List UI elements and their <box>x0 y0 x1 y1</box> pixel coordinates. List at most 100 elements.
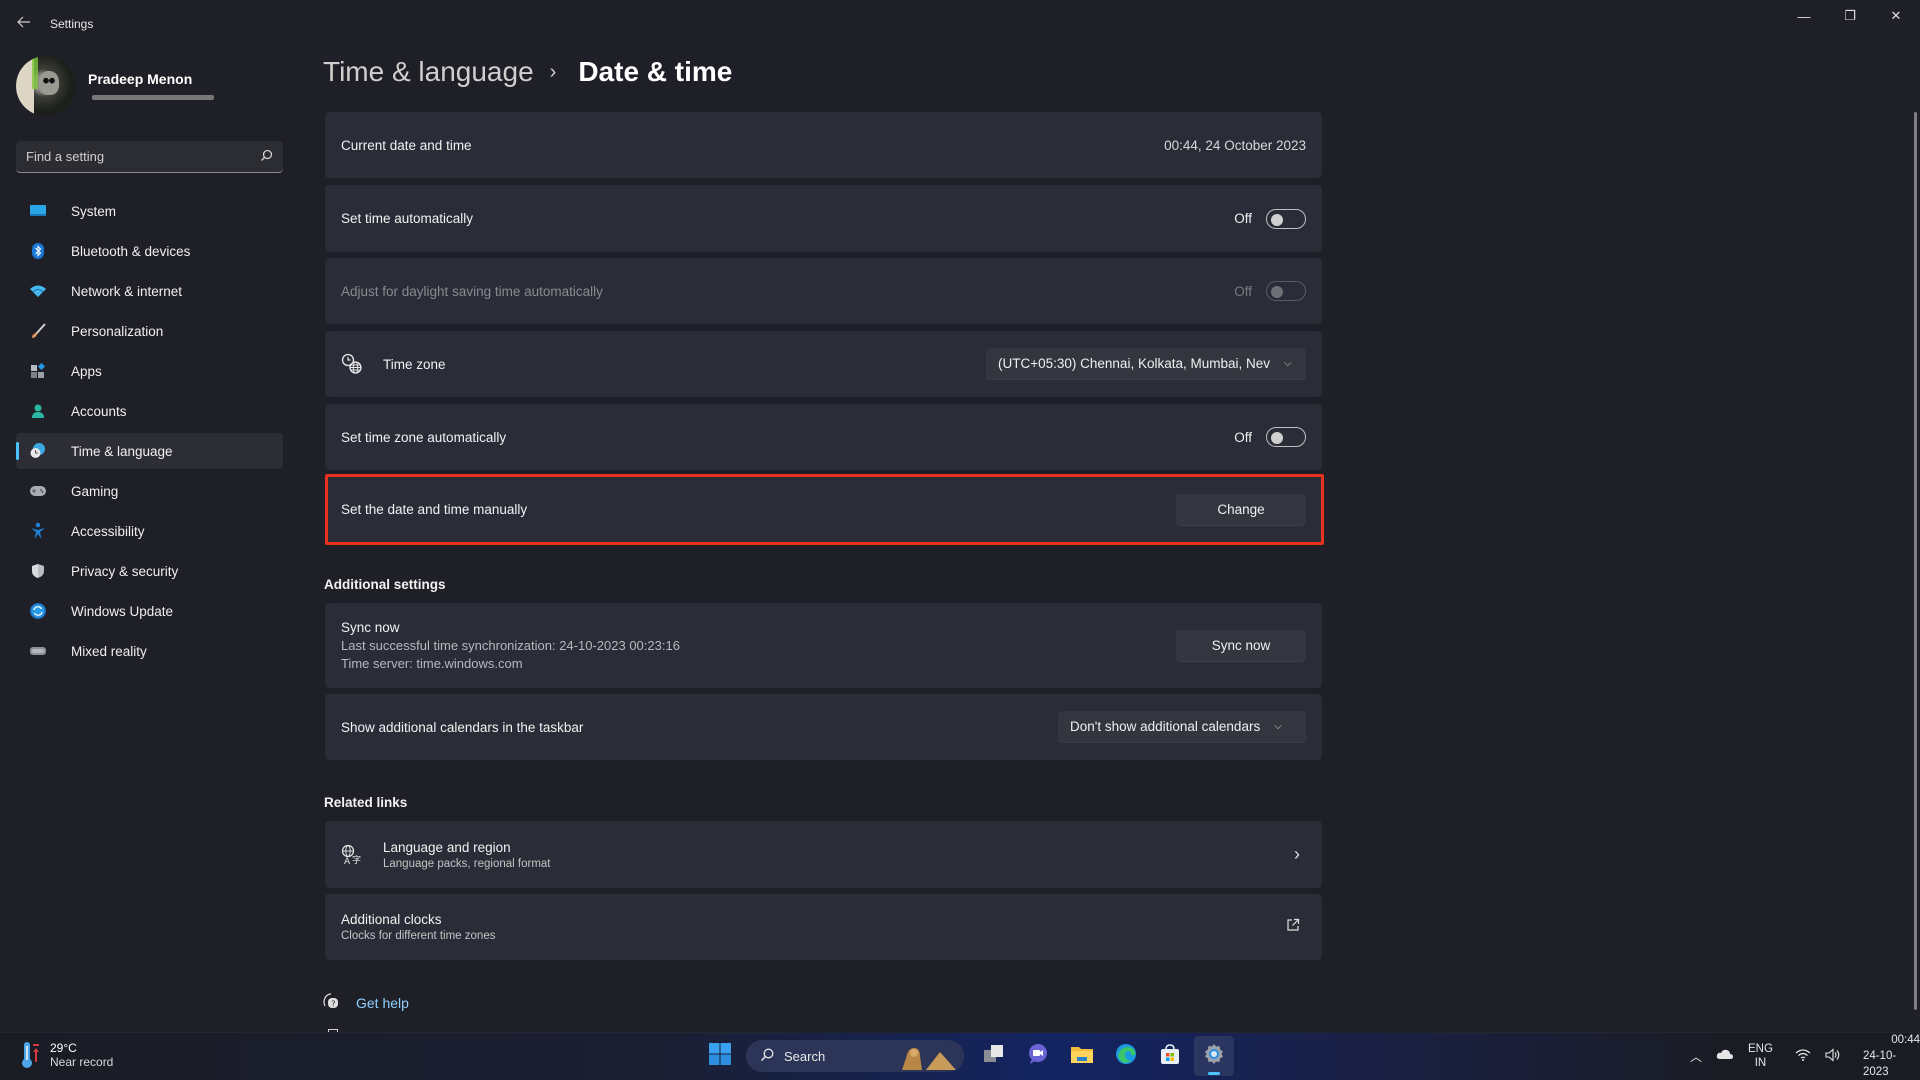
title-bar <box>0 0 1920 48</box>
sidebar-item-apps[interactable]: Apps <box>16 353 283 389</box>
weather-description: Near record <box>50 1055 114 1069</box>
input-language-indicator[interactable]: ENG IN <box>1748 1042 1773 1070</box>
taskbar-search-label: Search <box>784 1048 826 1064</box>
close-button[interactable]: ✕ <box>1873 0 1919 32</box>
sidebar-item-label: Bluetooth & devices <box>71 243 191 259</box>
restore-button[interactable]: ❐ <box>1827 0 1873 32</box>
set-time-zone-automatically-card: Set time zone automatically Off <box>325 404 1322 470</box>
edge-button[interactable] <box>1106 1036 1146 1076</box>
taskbar-apps: Search <box>700 1036 1238 1076</box>
sidebar-item-accessibility[interactable]: Accessibility <box>16 513 283 549</box>
time-zone-label: Time zone <box>383 356 446 372</box>
find-setting-search[interactable] <box>16 141 283 173</box>
get-help-label: Get help <box>356 995 409 1011</box>
sidebar-item-label: Network & internet <box>71 283 183 299</box>
get-help-link[interactable]: ? Get help <box>322 992 409 1014</box>
language-region-link[interactable]: A字 Language and region Language packs, r… <box>325 821 1322 888</box>
set-time-automatically-card: Set time automatically Off <box>325 185 1322 252</box>
task-view-button[interactable] <box>974 1036 1014 1076</box>
current-date-time-card: Current date and time 00:44, 24 October … <box>325 112 1322 178</box>
change-button[interactable]: Change <box>1176 493 1306 526</box>
additional-calendars-label: Show additional calendars in the taskbar <box>341 719 584 735</box>
sidebar-nav: System Bluetooth & devices Network & int… <box>16 193 283 673</box>
user-name: Pradeep Menon <box>88 71 193 87</box>
file-explorer-button[interactable] <box>1062 1036 1102 1076</box>
sidebar-item-time-language[interactable]: Time & language <box>16 433 283 469</box>
meet-button[interactable] <box>1018 1036 1058 1076</box>
sidebar-item-system[interactable]: System <box>16 193 283 229</box>
sidebar-item-label: Mixed reality <box>71 643 147 659</box>
sync-now-card: Sync now Last successful time synchroniz… <box>325 603 1322 688</box>
svg-text:?: ? <box>331 1000 335 1009</box>
language-icon: A字 <box>341 844 363 866</box>
sidebar-item-bluetooth-devices[interactable]: Bluetooth & devices <box>16 233 283 269</box>
taskbar-search[interactable]: Search <box>746 1040 964 1072</box>
taskbar-time: 00:44 <box>1891 1034 1920 1046</box>
sidebar-item-network-internet[interactable]: Network & internet <box>16 273 283 309</box>
region-code: IN <box>1754 1057 1767 1069</box>
restore-icon: ❐ <box>1844 8 1856 23</box>
svg-text:字: 字 <box>352 854 361 866</box>
breadcrumb-parent-link[interactable]: Time & language <box>323 56 534 88</box>
last-sync-text: Last successful time synchronization: 24… <box>341 638 680 653</box>
time-zone-icon <box>341 353 363 375</box>
volume-icon[interactable] <box>1825 1047 1841 1065</box>
weather-temperature: 29°C <box>50 1041 77 1055</box>
toggle-state-text: Off <box>1234 283 1252 299</box>
start-button[interactable] <box>700 1036 740 1076</box>
additional-clocks-link[interactable]: Additional clocks Clocks for different t… <box>325 894 1322 960</box>
search-icon[interactable] <box>260 149 273 165</box>
additional-calendars-dropdown[interactable]: Don't show additional calendars ⌵ <box>1058 711 1306 743</box>
sidebar-item-accounts[interactable]: Accounts <box>16 393 283 429</box>
toggle-state-text: Off <box>1234 429 1252 445</box>
toggle-state-text: Off <box>1234 211 1252 226</box>
additional-calendars-card: Show additional calendars in the taskbar… <box>325 694 1322 760</box>
current-date-time-value: 00:44, 24 October 2023 <box>1164 137 1306 153</box>
search-input[interactable] <box>26 149 260 164</box>
time-server-text: Time server: time.windows.com <box>341 656 523 671</box>
sidebar-item-windows-update[interactable]: Windows Update <box>16 593 283 629</box>
sidebar-item-privacy-security[interactable]: Privacy & security <box>16 553 283 589</box>
vertical-scrollbar[interactable] <box>1914 112 1917 1010</box>
help-chat-icon: ? <box>322 992 340 1014</box>
clock-globe-icon <box>28 441 48 461</box>
settings-taskbar-button[interactable] <box>1194 1036 1234 1076</box>
language-region-label: Language and region <box>383 839 511 855</box>
settings-icon <box>1203 1043 1225 1070</box>
microsoft-store-button[interactable] <box>1150 1036 1190 1076</box>
minimize-icon: — <box>1797 8 1811 24</box>
weather-widget[interactable]: 29°C Near record <box>20 1040 113 1070</box>
additional-settings-heading: Additional settings <box>324 577 446 592</box>
taskbar-clock[interactable]: 00:44 24-10-2023 <box>1863 1032 1920 1080</box>
onedrive-cloud-icon[interactable] <box>1716 1049 1734 1063</box>
back-arrow-icon <box>17 15 31 33</box>
related-links-heading: Related links <box>324 795 408 810</box>
sidebar-item-label: Privacy & security <box>71 563 179 579</box>
sidebar-item-gaming[interactable]: Gaming <box>16 473 283 509</box>
show-hidden-icons-chevron-up-icon[interactable]: ︿ <box>1690 1048 1702 1065</box>
avatar-image <box>38 71 60 95</box>
chevron-right-icon: › <box>1294 844 1300 864</box>
chevron-down-icon: ⌵ <box>1274 721 1282 732</box>
taskbar-date: 24-10-2023 <box>1862 1050 1897 1078</box>
sidebar-item-personalization[interactable]: Personalization <box>16 313 283 349</box>
additional-clocks-label: Additional clocks <box>341 912 442 927</box>
sync-now-button[interactable]: Sync now <box>1176 629 1306 662</box>
set-time-automatically-toggle[interactable] <box>1266 208 1306 229</box>
minimize-button[interactable]: — <box>1781 0 1827 32</box>
wifi-icon[interactable] <box>1795 1048 1811 1064</box>
time-zone-dropdown[interactable]: (UTC+05:30) Chennai, Kolkata, Mumbai, Ne… <box>986 348 1306 380</box>
back-button[interactable] <box>12 12 36 36</box>
svg-text:A: A <box>344 857 351 866</box>
current-date-time-label: Current date and time <box>341 137 472 153</box>
daylight-saving-toggle <box>1266 281 1306 301</box>
set-time-zone-automatically-toggle[interactable] <box>1266 427 1306 447</box>
system-tray: ︿ ENG IN 00:44 24-10-2023 <box>1690 1034 1920 1078</box>
search-icon <box>760 1048 774 1065</box>
thermometer-icon <box>20 1040 42 1070</box>
avatar[interactable] <box>16 56 76 116</box>
sidebar-item-mixed-reality[interactable]: Mixed reality <box>16 633 283 669</box>
time-zone-selected-value: (UTC+05:30) Chennai, Kolkata, Mumbai, Ne… <box>998 356 1270 371</box>
set-time-zone-automatically-label: Set time zone automatically <box>341 429 507 445</box>
update-icon <box>28 601 48 621</box>
